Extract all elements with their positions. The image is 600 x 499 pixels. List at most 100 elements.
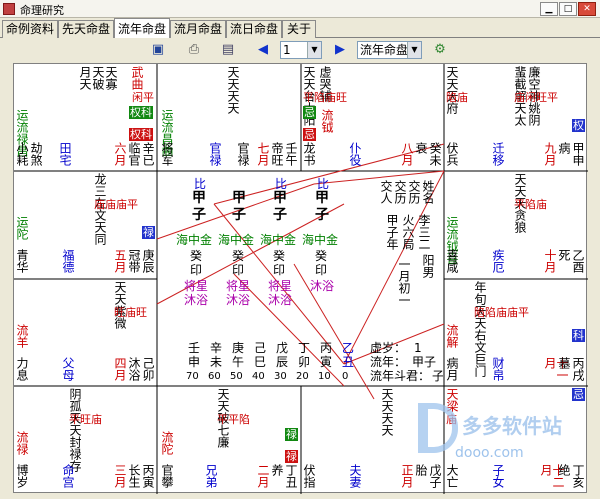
heavenly-stem: 甲 bbox=[232, 190, 246, 206]
gz-label: 沐浴 bbox=[127, 357, 141, 381]
palace-xiong-di[interactable]: 天天破七廉 平平陷 禄 禄 流陀 官攀 兄弟 二月 养 丁丑 bbox=[157, 386, 301, 494]
palace-zi-nv[interactable]: 天梁 庙 忌 大亡 子女 十二月 绝 丁亥 bbox=[444, 386, 588, 494]
branch-label: 丙戌 bbox=[571, 357, 585, 381]
star-label: 天天天府 bbox=[445, 66, 459, 114]
earthly-branch: 子 bbox=[192, 207, 206, 223]
toolbar: ▣ ⎙ ▤ ◀ 1 ▼ ▶ 流年命盘 ▼ ⚙ bbox=[0, 39, 600, 61]
dou-jun-value: 子 bbox=[432, 369, 443, 383]
month-label: 九月 bbox=[543, 142, 557, 166]
branch-label: 壬午 bbox=[284, 142, 298, 166]
tab-liu-nian[interactable]: 流年命盘 bbox=[114, 18, 170, 38]
gz-label: 绝 bbox=[557, 464, 571, 476]
star-state: 平陷庙 bbox=[514, 198, 547, 211]
palace-qian-yi[interactable]: 天天天府 陷庙 蜚截解天太 廉空神姚阴 庙闲旺平 权 伏兵 迁移 九月 病 甲申 bbox=[444, 64, 588, 171]
next-arrow-icon[interactable]: ▶ bbox=[332, 42, 348, 57]
month-label: 四月 bbox=[113, 357, 127, 381]
month-label: 七月 bbox=[256, 142, 270, 166]
tab-xian-tian[interactable]: 先天命盘 bbox=[58, 20, 114, 38]
side-label: 流禄 bbox=[15, 431, 29, 455]
palace-fu-de[interactable]: 龙三左文天同 庙庙庙平 禄 运陀 青华 福德 五月 冠带 庚辰 bbox=[14, 171, 157, 279]
luck-age: 40 bbox=[252, 371, 265, 382]
bottom-label: 病月 bbox=[445, 357, 459, 381]
palace-ming[interactable]: 阴孤天天封禄存 平旺庙 流禄 博岁 命宫 三月 长生 丙寅 bbox=[14, 386, 157, 494]
save-icon[interactable]: ▣ bbox=[150, 42, 166, 57]
luck-age: 20 bbox=[296, 371, 309, 382]
gz-label: 胎 bbox=[414, 464, 428, 476]
chevron-down-icon[interactable]: ▼ bbox=[407, 42, 421, 58]
jie-label: 交人 bbox=[379, 180, 393, 204]
shen-sha-label: 沐浴 bbox=[268, 293, 293, 307]
star-state: 庙闲旺平 bbox=[514, 91, 558, 104]
gz-label: 长生 bbox=[127, 464, 141, 488]
bottom-label: 大亡 bbox=[445, 464, 459, 488]
star-state: 旺庙旺 bbox=[114, 306, 147, 319]
export-icon[interactable]: ▤ bbox=[220, 42, 236, 57]
palace-fu-mu[interactable]: 天天紫微 旺庙旺 流羊 力息 父母 四月 沐浴 己卯 bbox=[14, 279, 157, 386]
tab-about[interactable]: 关于 bbox=[282, 20, 316, 38]
side-label: 运陀 bbox=[15, 216, 29, 240]
tab-bar: 命例资料 先天命盘 流年命盘 流月命盘 流日命盘 关于 bbox=[0, 18, 600, 38]
ji-badge: 忌 bbox=[572, 388, 585, 401]
gz-label: 衰 bbox=[414, 142, 428, 154]
maximize-button[interactable]: □ bbox=[559, 2, 577, 16]
mode-select[interactable]: 流年命盘 ▼ bbox=[357, 41, 422, 59]
tab-ming-li-zi-liao[interactable]: 命例资料 bbox=[2, 20, 58, 38]
year-spinner[interactable]: 1 ▼ bbox=[280, 41, 322, 59]
window-title: 命理研究 bbox=[20, 4, 64, 17]
palace-tian-zhai[interactable]: 月天 天破 天寡 武曲 闲平 权科 权科 运流禄昌 小耗 劫煞 田宅 六月 临官… bbox=[14, 64, 157, 171]
star-label: 天寡 bbox=[104, 66, 118, 90]
nayin-label: 海中金 bbox=[218, 233, 255, 247]
palace-guan-lu[interactable]: 天天天天 运流昌曲 将军 官禄 官禄 七月 帝旺 壬午 bbox=[157, 64, 301, 171]
tab-liu-ri[interactable]: 流日命盘 bbox=[226, 20, 282, 38]
side-label: 流陀 bbox=[160, 431, 174, 455]
branch-label: 甲申 bbox=[571, 142, 585, 166]
mode-select-value: 流年命盘 bbox=[360, 43, 409, 57]
branch-label: 丁丑 bbox=[284, 464, 298, 488]
shen-sha-label: 将星 bbox=[226, 279, 251, 293]
palace-pu-yi[interactable]: 天天台太阳 虚哭辅 平陷庙旺 忌 忌 流钺 龙书 仆役 八月 衰 癸未 bbox=[301, 64, 444, 171]
month-label: 八月 bbox=[400, 142, 414, 166]
star-state: 平平陷 bbox=[217, 413, 250, 426]
liu-nian-value: 甲子 bbox=[412, 355, 437, 369]
star-label: 天天紫微 bbox=[113, 281, 127, 329]
bottom-label: 喜咸 bbox=[445, 249, 459, 273]
star-state: 闲平 bbox=[132, 91, 154, 104]
palace-name: 福德 bbox=[61, 249, 75, 273]
tab-liu-yue[interactable]: 流月命盘 bbox=[170, 20, 226, 38]
prev-arrow-icon[interactable]: ◀ bbox=[255, 42, 271, 57]
bottom-label: 伏指 bbox=[302, 464, 316, 488]
birth-date: 一月初一 bbox=[397, 258, 411, 306]
palace-short: 官禄 bbox=[236, 142, 250, 166]
quan-badge: 权科 bbox=[129, 128, 153, 141]
close-button[interactable]: ✕ bbox=[578, 2, 596, 16]
palace-name: 田宅 bbox=[58, 142, 72, 166]
chevron-down-icon[interactable]: ▼ bbox=[307, 42, 321, 58]
luck-stem: 戊 bbox=[276, 341, 289, 355]
heavenly-stem: 甲 bbox=[273, 190, 287, 206]
hidden-stem: 癸 bbox=[315, 249, 328, 263]
hidden-stem: 癸 bbox=[190, 249, 203, 263]
settings-icon[interactable]: ⚙ bbox=[432, 42, 448, 57]
palace-cai-bo[interactable]: 年旬天天右文巨门 陷陷庙庙平 科 流解 病月 财帛 十一月 墓 丙戌 bbox=[444, 279, 588, 386]
lu-badge: 禄 bbox=[142, 226, 155, 239]
print-icon[interactable]: ⎙ bbox=[186, 42, 202, 57]
ji-badge: 忌 bbox=[303, 128, 316, 141]
heavenly-stem: 甲 bbox=[192, 190, 206, 206]
jie-label: 交历 bbox=[407, 180, 421, 204]
ji-badge: 忌 bbox=[303, 106, 316, 119]
bottom-label: 官攀 bbox=[160, 464, 174, 488]
hidden-stem: 癸 bbox=[232, 249, 245, 263]
star-label: 天天天天 bbox=[226, 66, 240, 114]
star-state: 陷陷庙庙平 bbox=[474, 306, 529, 319]
branch-label: 癸未 bbox=[428, 142, 442, 166]
month-label: 三月 bbox=[113, 464, 127, 488]
palace-ji-e[interactable]: 天天天贪狼 平陷庙 运流钺喜 喜咸 疾厄 十月 死 乙酉 bbox=[444, 171, 588, 279]
gz-label: 养 bbox=[270, 464, 284, 476]
star-state: 平陷庙旺 bbox=[303, 91, 347, 104]
branch-label: 乙酉 bbox=[571, 249, 585, 273]
month-label: 二月 bbox=[256, 464, 270, 488]
shen-sha-label: 沐浴 bbox=[310, 279, 335, 293]
month-label: 六月 bbox=[113, 142, 127, 166]
ten-god-sub: 印 bbox=[190, 263, 203, 277]
minimize-button[interactable]: ▁ bbox=[540, 2, 558, 16]
